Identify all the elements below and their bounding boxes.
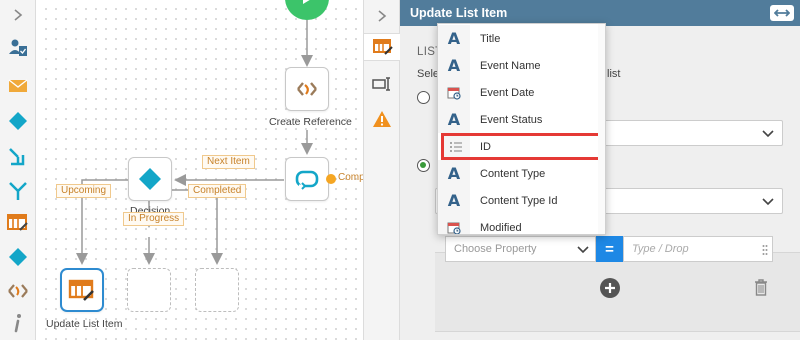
dropdown-item-event-name[interactable]: A Event Name — [438, 52, 605, 79]
dropdown-item-content-type-id[interactable]: A Content Type Id — [438, 187, 605, 214]
in-progress-tag: In Progress — [123, 212, 185, 226]
play-icon — [303, 0, 310, 4]
plus-icon — [605, 283, 615, 293]
text-field-icon: A — [438, 160, 470, 187]
dropdown-item-title[interactable]: A Title — [438, 25, 605, 52]
dropdown-item-label: Event Name — [480, 59, 541, 72]
diamond-icon — [9, 112, 27, 130]
diamond-icon — [139, 168, 161, 190]
chevron-down-icon — [577, 246, 589, 254]
update-list-item-node[interactable] — [60, 268, 104, 312]
update-list-item-label: Update List Item — [46, 318, 123, 330]
text-field-icon: A — [438, 52, 470, 79]
decision-tool[interactable] — [0, 108, 36, 134]
tab-list-item-properties[interactable] — [364, 33, 401, 61]
merge-arrow-icon — [9, 182, 27, 200]
expand-toolbox-button[interactable] — [0, 2, 36, 28]
next-item-tag: Next Item — [202, 155, 255, 169]
reference-icon — [8, 284, 28, 298]
dropdown-item-modified[interactable]: Modified — [438, 214, 605, 234]
reference-icon — [297, 82, 317, 96]
envelope-icon — [8, 79, 28, 92]
list-edit-icon — [372, 39, 393, 55]
decision-tool-2[interactable] — [0, 244, 36, 270]
panel-title: Update List Item — [410, 6, 508, 20]
dropdown-item-label: ID — [480, 140, 491, 153]
select-list-label-tail: list — [607, 68, 621, 80]
send-email-tool[interactable] — [0, 73, 36, 99]
date-field-icon — [438, 214, 470, 234]
create-reference-node[interactable] — [285, 67, 329, 111]
dropdown-item-content-type[interactable]: A Content Type — [438, 160, 605, 187]
value-input[interactable]: Type / Drop — [623, 236, 773, 262]
create-reference-tool[interactable] — [0, 278, 36, 304]
toolbox — [0, 0, 36, 340]
empty-drop-slot[interactable] — [195, 268, 239, 312]
delete-condition-icon[interactable] — [754, 278, 768, 296]
filter-condition-row: Choose Property = Type / Drop — [445, 236, 773, 264]
number-field-icon — [441, 133, 470, 160]
panel-tab-strip — [363, 0, 401, 340]
dropdown-scrollbar[interactable] — [598, 24, 605, 234]
operator-button[interactable]: = — [596, 236, 623, 262]
warning-icon — [373, 111, 391, 127]
drag-handle-icon[interactable] — [762, 244, 768, 256]
dropdown-item-label: Modified — [480, 221, 522, 234]
split-tool[interactable] — [0, 144, 36, 170]
loop-node[interactable] — [285, 157, 329, 201]
chevron-right-icon — [14, 9, 23, 21]
dropdown-item-label: Event Status — [480, 113, 543, 126]
loop-icon — [295, 170, 319, 190]
dropdown-item-label: Content Type Id — [480, 194, 558, 207]
dropdown-item-label: Content Type — [480, 167, 546, 180]
diamond-icon — [9, 248, 27, 266]
chevron-down-icon — [762, 130, 774, 138]
split-arrow-icon — [9, 148, 25, 166]
choose-property-select[interactable]: Choose Property — [445, 236, 596, 262]
date-field-icon — [438, 79, 470, 106]
create-reference-label: Create Reference — [269, 116, 352, 128]
update-list-item-tool[interactable] — [0, 210, 36, 236]
text-field-icon: A — [438, 106, 470, 133]
info-icon — [14, 314, 21, 333]
completed-branch-tag-truncated: Comp — [338, 172, 363, 183]
chevron-down-icon — [762, 198, 774, 206]
dropdown-item-id[interactable]: ID — [441, 133, 605, 160]
value-input-placeholder: Type / Drop — [632, 243, 689, 255]
list-edit-icon — [7, 214, 28, 231]
choose-property-placeholder: Choose Property — [454, 243, 537, 255]
add-condition-button[interactable] — [600, 278, 620, 298]
merge-tool[interactable] — [0, 178, 36, 204]
property-dropdown-menu: A Title A Event Name Event Date A Event … — [437, 23, 606, 235]
expand-panel-button[interactable] — [770, 5, 794, 21]
collapse-panel-button[interactable] — [364, 2, 400, 30]
list-edit-icon — [68, 279, 94, 301]
chevron-right-icon — [378, 10, 387, 22]
dropdown-item-label: Event Date — [480, 86, 535, 99]
tab-errors[interactable] — [364, 105, 400, 133]
user-task-icon — [9, 39, 27, 56]
dropdown-item-event-status[interactable]: A Event Status — [438, 106, 605, 133]
operator-label: = — [605, 240, 614, 258]
decision-node[interactable] — [128, 157, 172, 201]
expand-arrows-icon — [774, 9, 790, 17]
text-field-icon: A — [438, 187, 470, 214]
tab-text-settings[interactable] — [364, 70, 400, 98]
empty-drop-slot[interactable] — [127, 268, 171, 312]
completed-tag: Completed — [188, 184, 247, 198]
upcoming-tag: Upcoming — [56, 184, 112, 198]
workflow-canvas[interactable]: Create Reference Comp Next Item Decision… — [37, 0, 363, 340]
assign-task-tool[interactable] — [0, 35, 36, 61]
radio-option-1[interactable] — [417, 91, 430, 104]
text-field-icon: A — [438, 25, 470, 52]
dropdown-item-label: Title — [480, 32, 501, 45]
dropdown-item-event-date[interactable]: Event Date — [438, 79, 605, 106]
info-tool[interactable] — [0, 310, 36, 336]
text-cursor-icon — [372, 77, 390, 91]
radio-option-2[interactable] — [417, 159, 430, 172]
